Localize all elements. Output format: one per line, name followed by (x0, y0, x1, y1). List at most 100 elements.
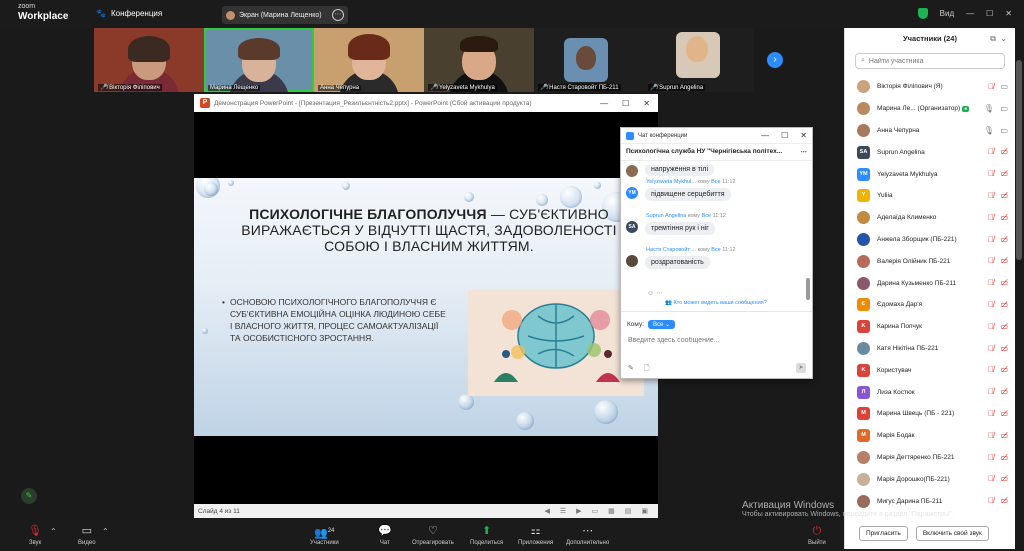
maximize-icon[interactable]: ☐ (986, 9, 993, 18)
participant-row[interactable]: Марина Ле... (Организатор) ● 🎙 ▭ (845, 98, 1016, 120)
close-icon[interactable]: ✕ (800, 131, 807, 140)
camera-off-icon[interactable]: ▭̸ (1000, 409, 1008, 418)
audio-options-icon[interactable]: ⌃ (50, 527, 57, 536)
video-tile[interactable]: Марина Лещенко (204, 28, 314, 92)
camera-off-icon[interactable]: ▭̸ (1000, 300, 1008, 309)
audio-button[interactable]: 🎙 Звук (28, 524, 42, 546)
participant-row[interactable]: SA Suprun Angelina 🎙̸ ▭̸ (845, 141, 1016, 163)
participant-row[interactable]: Л Лиза Костюк 🎙̸ ▭̸ (845, 381, 1016, 403)
next-slide-icon[interactable]: ▶ (576, 507, 581, 515)
camera-off-icon[interactable]: ▭̸ (1000, 474, 1008, 483)
participant-row[interactable]: K Користувач 🎙̸ ▭̸ (845, 359, 1016, 381)
video-button[interactable]: ▭ Видео (78, 524, 96, 546)
invite-button[interactable]: Пригласить (859, 526, 908, 541)
mic-off-icon[interactable]: 🎙̸ (988, 322, 994, 331)
react-button[interactable]: ♡ Отреагировать (412, 524, 454, 546)
camera-icon[interactable]: ▭ (1000, 82, 1008, 91)
video-tile[interactable]: 🎤̸ Настя Старовойт ПБ-211 (534, 28, 644, 92)
camera-off-icon[interactable]: ▭̸ (1000, 365, 1008, 374)
shield-icon[interactable] (917, 8, 928, 19)
camera-icon[interactable]: ▭ (1000, 126, 1008, 135)
participant-row[interactable]: Валерія Олійник ПБ-221 🎙̸ ▭̸ (845, 250, 1016, 272)
mic-off-icon[interactable]: 🎙̸ (988, 300, 994, 309)
annotate-icon[interactable]: ✎ (21, 488, 37, 504)
camera-off-icon[interactable]: ▭̸ (1000, 213, 1008, 222)
minimize-icon[interactable]: — (761, 131, 769, 140)
mic-off-icon[interactable]: 🎙̸ (988, 409, 994, 418)
chat-message-input[interactable] (628, 337, 798, 344)
unmute-self-button[interactable]: Включить свой звук (915, 526, 989, 541)
maximize-icon[interactable]: ☐ (781, 131, 788, 140)
mic-off-icon[interactable]: 🎙̸ (988, 213, 994, 222)
camera-off-icon[interactable]: ▭̸ (1000, 235, 1008, 244)
chat-scrollbar[interactable] (806, 278, 810, 300)
participant-row[interactable]: K Карина Попчук 🎙̸ ▭̸ (845, 316, 1016, 338)
prev-slide-icon[interactable]: ◀ (544, 507, 549, 515)
mic-off-icon[interactable]: 🎙̸ (988, 365, 994, 374)
camera-off-icon[interactable]: ▭̸ (1000, 278, 1008, 287)
mic-off-icon[interactable]: 🎙̸ (988, 387, 994, 396)
video-options-icon[interactable]: ⌃ (102, 527, 109, 536)
mic-off-icon[interactable]: 🎙̸ (988, 82, 994, 91)
participant-row[interactable]: Марія Дорошко(ПБ-221) 🎙̸ ▭̸ (845, 468, 1016, 490)
participant-row[interactable]: Аделаїда Клименко 🎙̸ ▭̸ (845, 207, 1016, 229)
slideshow-view-icon[interactable]: ▣ (641, 507, 648, 515)
participant-row[interactable]: Анна Чепурна 🎙 ▭ (845, 120, 1016, 142)
maximize-icon[interactable]: ☐ (622, 99, 629, 108)
close-icon[interactable]: ✕ (1005, 9, 1012, 18)
camera-off-icon[interactable]: ▭̸ (1000, 322, 1008, 331)
chat-conversation-title[interactable]: ⋯ Психологічна служба НУ "Чернігівська по… (621, 144, 812, 161)
share-button[interactable]: ⬆ Поделиться (470, 524, 503, 546)
mic-off-icon[interactable]: 🎙̸ (988, 344, 994, 353)
file-icon[interactable]: 🗋 (644, 364, 650, 375)
camera-off-icon[interactable]: ▭̸ (1000, 496, 1008, 505)
video-tile[interactable]: 🎤̸ Yelyzaveta Mykhulya (424, 28, 534, 92)
apps-button[interactable]: ⚏ Приложения (518, 524, 553, 546)
mic-off-icon[interactable]: 🎙̸ (988, 147, 994, 156)
participant-row[interactable]: Анжела Зборщик (ПБ-221) 🎙̸ ▭̸ (845, 229, 1016, 251)
minimize-icon[interactable]: — (966, 9, 974, 18)
participants-scrollbar[interactable] (1016, 60, 1022, 260)
participant-row[interactable]: YM Yelyzaveta Mykhulya 🎙̸ ▭̸ (845, 163, 1016, 185)
camera-icon[interactable]: ▭ (1000, 104, 1008, 113)
format-icon[interactable]: ✎ (628, 364, 634, 375)
mic-off-icon[interactable]: 🎙̸ (988, 474, 994, 483)
mic-off-icon[interactable]: 🎙̸ (988, 256, 994, 265)
next-page-button[interactable]: › (767, 52, 783, 68)
mic-off-icon[interactable]: 🎙̸ (988, 235, 994, 244)
menu-icon[interactable]: ☰ (560, 507, 566, 515)
participant-row[interactable]: Марія Дегтяренко ПБ-221 🎙̸ ▭̸ (845, 447, 1016, 469)
conference-tab[interactable]: 🐾 Конференция (96, 9, 162, 18)
camera-off-icon[interactable]: ▭̸ (1000, 191, 1008, 200)
camera-off-icon[interactable]: ▭̸ (1000, 431, 1008, 440)
camera-off-icon[interactable]: ▭̸ (1000, 387, 1008, 396)
send-button[interactable]: ➤ (796, 363, 806, 373)
mic-off-icon[interactable]: 🎙̸ (988, 191, 994, 200)
leave-button[interactable]: ⏻ Выйти (808, 524, 826, 546)
participant-search-input[interactable] (868, 57, 989, 65)
minimize-icon[interactable]: — (600, 99, 608, 108)
reading-view-icon[interactable]: ▤ (625, 507, 632, 515)
video-tile[interactable]: 🎤̸ Suprun Angelina (644, 28, 754, 92)
mic-off-icon[interactable]: 🎙̸ (988, 169, 994, 178)
recipient-select[interactable]: Все ⌄ (648, 320, 676, 329)
participant-row[interactable]: Вікторія Філіпович (Я) 🎙̸ ▭ (845, 76, 1016, 98)
camera-off-icon[interactable]: ▭̸ (1000, 344, 1008, 353)
camera-off-icon[interactable]: ▭̸ (1000, 256, 1008, 265)
mic-icon[interactable]: 🎙 (984, 104, 994, 113)
mic-off-icon[interactable]: 🎙̸ (988, 431, 994, 440)
camera-off-icon[interactable]: ▭̸ (1000, 453, 1008, 462)
participant-row[interactable]: Дарина Кузьменко ПБ-211 🎙̸ ▭̸ (845, 272, 1016, 294)
participant-row[interactable]: Є Єдомаха Дар'я 🎙̸ ▭̸ (845, 294, 1016, 316)
more-button[interactable]: ⋯ Дополнительно (566, 524, 609, 546)
mic-off-icon[interactable]: 🎙̸ (988, 496, 994, 505)
camera-off-icon[interactable]: ▭̸ (1000, 147, 1008, 156)
close-icon[interactable]: ✕ (643, 99, 650, 108)
participant-row[interactable]: M Марина Швець (ПБ - 221) 🎙̸ ▭̸ (845, 403, 1016, 425)
camera-off-icon[interactable]: ▭̸ (1000, 169, 1008, 178)
mic-off-icon[interactable]: 🎙̸ (988, 453, 994, 462)
mic-icon[interactable]: 🎙 (984, 126, 994, 135)
sorter-view-icon[interactable]: ▦ (608, 507, 615, 515)
video-tile[interactable]: Анна Чепурна (314, 28, 424, 92)
chat-button[interactable]: 💬 Чат (378, 524, 392, 546)
